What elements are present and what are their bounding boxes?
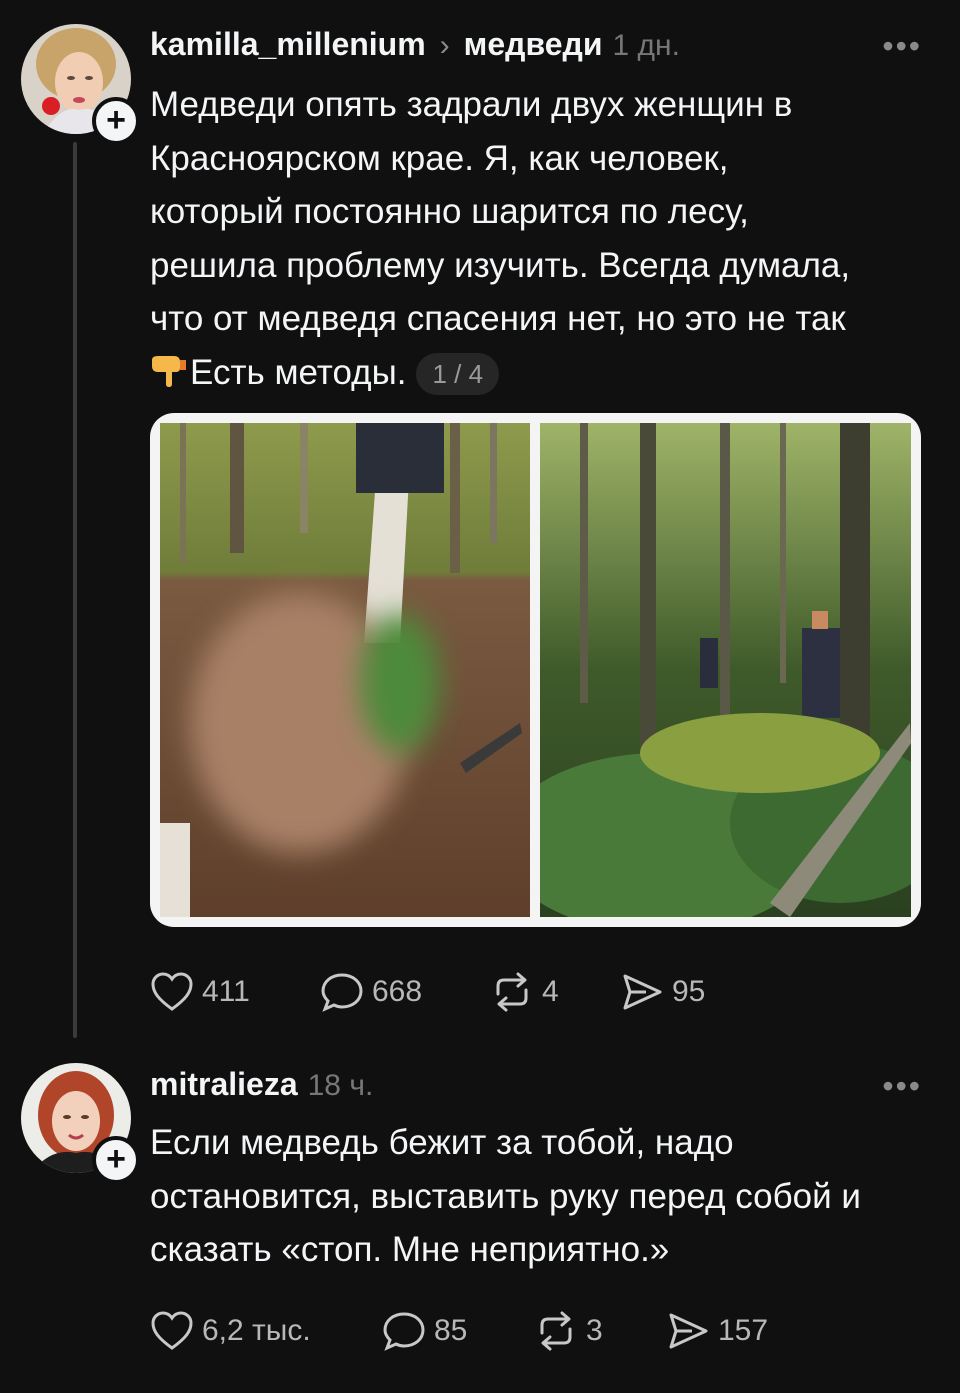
send-icon (623, 974, 662, 1010)
post-actions: 6,2 тыс. 85 3 157 (150, 1309, 796, 1353)
username[interactable]: kamilla_millenium (150, 26, 426, 63)
reply-count: 668 (372, 975, 423, 1008)
text-line: сказать «стоп. Мне неприятно.» (150, 1230, 670, 1269)
repost-button[interactable]: 3 (534, 1311, 666, 1351)
text-line: Если медведь бежит за тобой, надо (150, 1123, 734, 1162)
heart-icon (151, 1311, 193, 1350)
post-text: Медведи опять задрали двух женщин в Крас… (150, 78, 930, 403)
text-line: Красноярском крае. Я, как человек, (150, 138, 729, 178)
like-count: 6,2 тыс. (202, 1314, 311, 1347)
text-line: что от медведя спасения нет, но это не т… (150, 299, 846, 338)
post-time: 18 ч. (307, 1069, 374, 1102)
post-header: kamilla_millenium › медведи 1 дн. (150, 26, 680, 63)
more-options-button[interactable]: ••• (882, 1068, 922, 1105)
share-button[interactable]: 95 (620, 972, 750, 1012)
share-count: 95 (672, 975, 706, 1008)
share-button[interactable]: 157 (666, 1311, 796, 1351)
post-header: mitralieza 18 ч. (150, 1066, 373, 1103)
plus-icon: + (106, 100, 126, 139)
repost-icon (496, 972, 528, 1012)
post-time: 1 дн. (612, 29, 680, 62)
text-line: Есть методы. 1 / 4 (150, 346, 930, 404)
share-count: 157 (718, 1314, 769, 1347)
follow-button[interactable]: + (92, 97, 140, 145)
reply-button[interactable]: 668 (320, 972, 490, 1012)
thread-line (73, 142, 77, 1038)
chevron-right-icon: › (439, 29, 450, 62)
page-indicator: 1 / 4 (416, 353, 500, 396)
heart-icon (151, 972, 193, 1011)
username[interactable]: mitralieza (150, 1066, 298, 1103)
text-line-end: Есть методы. (190, 352, 407, 392)
repost-button[interactable]: 4 (490, 972, 620, 1012)
text-line: решила проблему изучить. Всегда думала, (150, 245, 851, 285)
send-icon (669, 1313, 708, 1349)
follow-button[interactable]: + (92, 1136, 140, 1184)
speech-bubble-icon (321, 973, 363, 1012)
plus-icon: + (106, 1139, 126, 1178)
like-button[interactable]: 411 (150, 972, 320, 1012)
text-line: Медведи опять задрали двух женщин в (150, 85, 793, 124)
repost-icon (540, 1311, 572, 1351)
backhand-index-pointing-down-icon (150, 350, 188, 404)
like-count: 411 (202, 975, 250, 1008)
topic-tag[interactable]: медведи (464, 26, 603, 63)
speech-bubble-icon (383, 1312, 425, 1351)
repost-count: 4 (542, 975, 559, 1008)
image-carousel[interactable] (150, 413, 921, 927)
like-button[interactable]: 6,2 тыс. (150, 1311, 382, 1351)
reply-count: 85 (434, 1314, 468, 1347)
post-image-1[interactable] (160, 423, 530, 917)
more-options-button[interactable]: ••• (882, 28, 922, 65)
text-line: который постоянно шарится по лесу, (150, 192, 749, 231)
repost-count: 3 (586, 1314, 603, 1347)
post-image-2[interactable] (540, 423, 911, 917)
post-text: Если медведь бежит за тобой, надо остано… (150, 1116, 930, 1277)
post-actions: 411 668 4 95 (150, 970, 750, 1014)
text-line: остановится, выставить руку перед собой … (150, 1176, 861, 1216)
reply-button[interactable]: 85 (382, 1311, 534, 1351)
